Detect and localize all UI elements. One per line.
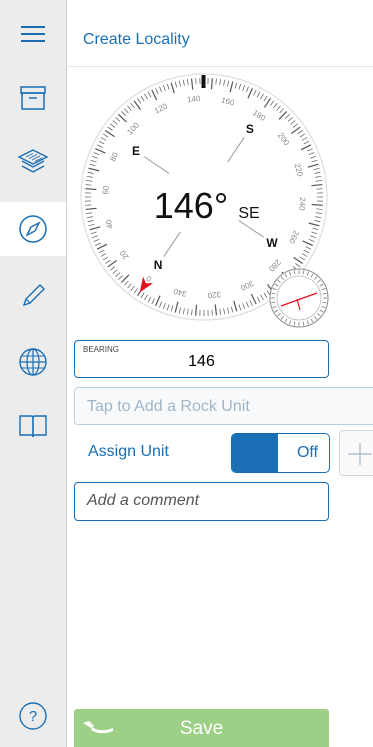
- sidebar-item-archive[interactable]: [0, 70, 66, 126]
- plus-icon: [348, 443, 372, 465]
- rock-unit-placeholder: Tap to Add a Rock Unit: [87, 398, 250, 415]
- heading-direction: SE: [238, 205, 259, 222]
- globe-icon: [19, 348, 47, 376]
- save-button[interactable]: Save: [74, 709, 329, 747]
- dial-tick: [210, 78, 213, 90]
- dial-degree-label: 240: [297, 197, 307, 211]
- sidebar-item-layers[interactable]: [0, 134, 66, 190]
- menu-button[interactable]: [0, 12, 66, 56]
- page-title: Create Locality: [83, 31, 190, 48]
- dial-tick: [311, 203, 323, 206]
- bearing-value[interactable]: 146: [75, 353, 328, 371]
- toggle-knob: [232, 434, 278, 472]
- dial-tick: [85, 188, 97, 191]
- sidebar-item-map[interactable]: [0, 334, 66, 390]
- sidebar: ?: [0, 0, 67, 747]
- help-button[interactable]: ?: [0, 690, 66, 742]
- bearing-field[interactable]: BEARING 146: [74, 340, 329, 378]
- toggle-state: Off: [296, 444, 318, 461]
- main-panel: Create Locality 0 20 40 60 80 100 120 140 160 180…: [67, 0, 373, 747]
- cardinal-south: S: [246, 122, 254, 136]
- assign-unit-toggle[interactable]: Off: [231, 433, 330, 473]
- sidebar-item-notebook[interactable]: [0, 398, 66, 454]
- assign-unit-label: Assign Unit: [88, 443, 169, 460]
- book-icon: [19, 415, 47, 438]
- cardinal-west: W: [266, 236, 278, 250]
- sidebar-item-compass[interactable]: [0, 202, 66, 256]
- heading-value: 146°: [154, 185, 228, 226]
- cardinal-north: N: [154, 258, 163, 272]
- cardinal-east: E: [132, 144, 140, 158]
- heading-marker: [201, 75, 206, 88]
- rock-unit-field[interactable]: Tap to Add a Rock Unit: [74, 387, 373, 425]
- pencil-icon: [22, 284, 45, 307]
- save-label: Save: [179, 718, 224, 739]
- help-icon: ?: [19, 702, 47, 730]
- archive-box-icon: [20, 86, 46, 110]
- compass-icon: [19, 215, 47, 243]
- level-gauge-icon: [269, 268, 329, 328]
- dial-degree-label: 320: [207, 290, 222, 300]
- comment-field[interactable]: Add a comment: [74, 482, 329, 521]
- svg-text:?: ?: [29, 708, 37, 725]
- dial-degree-label: 60: [101, 185, 111, 195]
- dial-tick: [195, 304, 198, 316]
- menu-icon: [21, 26, 45, 42]
- add-unit-button[interactable]: [339, 430, 373, 476]
- layers-icon: [17, 149, 49, 173]
- divider: [67, 66, 373, 67]
- sidebar-item-draw[interactable]: [0, 268, 66, 324]
- comment-placeholder: Add a comment: [87, 492, 200, 509]
- dial-degree-label: 140: [187, 94, 202, 104]
